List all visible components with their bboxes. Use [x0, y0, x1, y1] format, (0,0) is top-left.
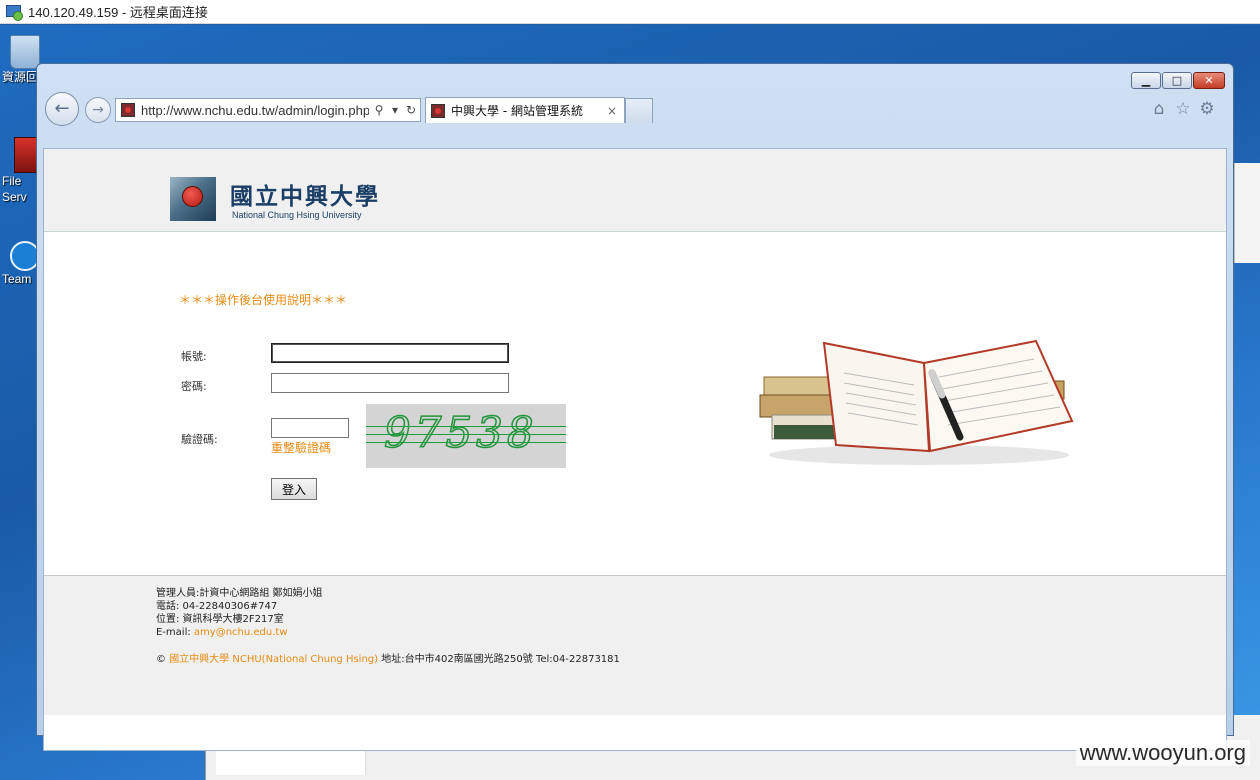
- page-footer: 管理人員:計資中心網路組 鄭如娟小姐 電話: 04-22840306#747 位…: [44, 575, 1226, 715]
- footer-email-line: E-mail: amy@nchu.edu.tw: [156, 626, 288, 639]
- page-header: 國立中興大學 National Chung Hsing University: [44, 149, 1226, 232]
- rdp-window-title: 140.120.49.159 - 远程桌面连接: [28, 5, 208, 20]
- password-label: 密碼:: [181, 380, 207, 393]
- university-logo-icon: [170, 177, 216, 221]
- home-icon[interactable]: ⌂: [1147, 98, 1171, 120]
- close-button[interactable]: ✕: [1193, 72, 1225, 89]
- tab-active[interactable]: 中興大學 - 網站管理系統 ×: [425, 97, 625, 123]
- footer-org-link[interactable]: 國立中興大學 NCHU(National Chung Hsing): [169, 654, 378, 665]
- footer-admin: 管理人員:計資中心網路組 鄭如娟小姐: [156, 588, 323, 599]
- maximize-button[interactable]: □: [1162, 72, 1192, 89]
- desktop-icon-label: 資源回: [2, 70, 39, 84]
- rdp-title-bar: 140.120.49.159 - 远程桌面连接: [0, 0, 1260, 24]
- university-name-cn: 國立中興大學: [230, 183, 380, 210]
- forward-arrow-icon: →: [92, 102, 104, 118]
- tab-title: 中興大學 - 網站管理系統: [451, 104, 583, 118]
- footer-location: 位置: 資訊科學大樓2F217室: [156, 614, 284, 625]
- desktop-icon-label: Team: [2, 272, 32, 286]
- page-viewport: 國立中興大學 National Chung Hsing University ＊…: [43, 148, 1227, 751]
- new-tab-button[interactable]: [625, 98, 653, 123]
- footer-email-label: E-mail:: [156, 627, 194, 638]
- minimize-button[interactable]: ▁: [1131, 72, 1161, 89]
- usage-notice-link[interactable]: ＊＊＊操作後台使用說明＊＊＊: [179, 291, 347, 308]
- site-favicon: [121, 103, 135, 117]
- favorites-star-icon[interactable]: ☆: [1171, 98, 1195, 120]
- footer-phone: 電話: 04-22840306#747: [156, 601, 278, 612]
- forward-button[interactable]: →: [85, 97, 111, 123]
- university-name-en: National Chung Hsing University: [232, 210, 362, 220]
- search-icon[interactable]: ⚲: [373, 103, 385, 117]
- window-controls: ▁ □ ✕: [1130, 72, 1225, 89]
- tab-favicon: [431, 103, 445, 118]
- account-input[interactable]: [271, 343, 509, 363]
- browser-window: ▁ □ ✕ ← → http://www.nchu.edu.tw/admin/l…: [36, 63, 1234, 751]
- dropdown-icon[interactable]: ▾: [389, 103, 401, 117]
- tab-close-icon[interactable]: ×: [604, 104, 620, 118]
- close-icon: ✕: [1204, 74, 1214, 87]
- captcha-image: 97538: [366, 404, 566, 468]
- refresh-icon[interactable]: ↻: [405, 103, 417, 117]
- address-bar[interactable]: http://www.nchu.edu.tw/admin/login.php ⚲…: [115, 98, 421, 122]
- watermark-text: www.wooyun.org: [1075, 740, 1250, 766]
- captcha-text: 97538: [383, 407, 538, 458]
- footer-copyright: © 國立中興大學 NCHU(National Chung Hsing) 地址:台…: [156, 653, 620, 666]
- footer-email-link[interactable]: amy@nchu.edu.tw: [194, 627, 288, 638]
- minimize-icon: ▁: [1141, 74, 1151, 87]
- login-area: ＊＊＊操作後台使用說明＊＊＊ 帳號: 密碼: 驗證碼: 重整驗證碼 97538 …: [44, 233, 1226, 575]
- login-button[interactable]: 登入: [271, 478, 317, 500]
- desktop-icon-recycle-bin[interactable]: 資源回: [2, 35, 42, 84]
- copyright-symbol: ©: [156, 654, 170, 665]
- address-url[interactable]: http://www.nchu.edu.tw/admin/login.php: [141, 103, 369, 118]
- captcha-label: 驗證碼:: [181, 433, 218, 446]
- password-input[interactable]: [271, 373, 509, 393]
- back-arrow-icon: ←: [54, 98, 70, 119]
- settings-gear-icon[interactable]: ⚙: [1195, 98, 1219, 120]
- background-window-edge: [1234, 163, 1260, 263]
- desktop: 資源回 File Serv Team ▁ □ ✕ ← → http://www.…: [0, 25, 1260, 780]
- account-label: 帳號:: [181, 350, 207, 363]
- footer-address: 地址:台中市402南區國光路250號 Tel:04-22873181: [378, 654, 620, 665]
- maximize-icon: □: [1171, 74, 1183, 87]
- back-button[interactable]: ←: [45, 92, 79, 126]
- remote-desktop-icon: [6, 4, 23, 21]
- captcha-input[interactable]: [271, 418, 349, 438]
- recycle-bin-icon: [10, 35, 40, 69]
- books-illustration: [759, 339, 1074, 465]
- reset-captcha-link[interactable]: 重整驗證碼: [271, 439, 331, 456]
- toolbar-icons: ⌂ ☆ ⚙: [1147, 98, 1219, 120]
